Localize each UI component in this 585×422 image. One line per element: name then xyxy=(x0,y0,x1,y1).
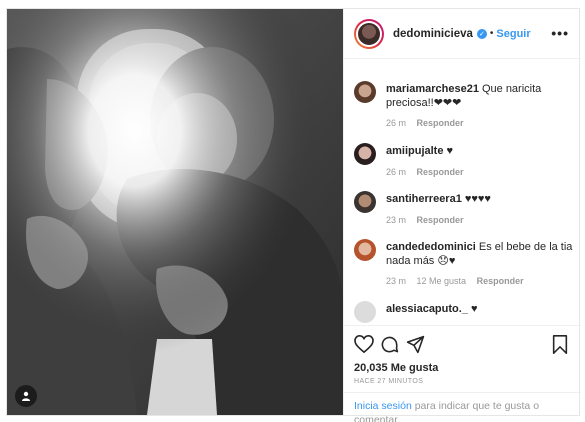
comment-meta: 23 m 12 Me gusta Responder xyxy=(386,276,532,286)
commenter-avatar[interactable] xyxy=(354,239,376,261)
reply-button[interactable]: Responder xyxy=(477,276,524,286)
comment-text: santiherreera1 ♥♥♥♥ xyxy=(386,192,576,206)
comment-meta: 26 m Responder xyxy=(386,167,472,177)
comment-text: mariamarchese21 Que naricita preciosa!!❤❤… xyxy=(386,82,576,110)
reply-button[interactable]: Responder xyxy=(417,167,464,177)
comment-time: 26 m xyxy=(386,167,407,177)
bookmark-icon[interactable] xyxy=(552,335,568,359)
heart-icon[interactable] xyxy=(354,334,374,358)
comment-username[interactable]: santiherreera1 xyxy=(386,193,462,205)
comment-time: 23 m xyxy=(386,276,407,286)
login-link[interactable]: Inicia sesión xyxy=(354,400,412,412)
commenter-avatar[interactable] xyxy=(354,191,376,213)
commenter-avatar[interactable] xyxy=(354,143,376,165)
comments-list: mariamarchese21 Que naricita preciosa!!❤❤… xyxy=(344,59,581,325)
commenter-avatar[interactable] xyxy=(354,301,376,323)
author-username[interactable]: dedominicieva xyxy=(393,28,473,40)
reply-button[interactable]: Responder xyxy=(417,118,464,128)
user-tag-button[interactable] xyxy=(15,385,37,407)
comment-username[interactable]: candededominici xyxy=(386,241,476,253)
comment-content: ♥ xyxy=(470,303,478,315)
author-avatar[interactable] xyxy=(354,18,384,49)
post-header: dedominicieva ✓ • Seguir ••• xyxy=(344,9,581,59)
comment-username[interactable]: alessiacaputo._ xyxy=(386,303,468,315)
post-photo[interactable] xyxy=(7,9,343,415)
like-count[interactable]: 20,035 Me gusta xyxy=(354,362,438,374)
comment-username[interactable]: amiipujalte xyxy=(386,145,443,157)
commenter-avatar[interactable] xyxy=(354,81,376,103)
reply-button[interactable]: Responder xyxy=(417,215,464,225)
comment-content: ♥♥♥♥ xyxy=(464,193,491,205)
header-separator: • xyxy=(489,28,494,39)
post-timestamp: HACE 27 MINUTOS xyxy=(354,378,424,385)
comment-text: alessiacaputo._ ♥ xyxy=(386,302,576,316)
paper-plane-icon[interactable] xyxy=(406,335,425,359)
comment-content: ♥ xyxy=(446,145,453,157)
more-options-icon[interactable]: ••• xyxy=(551,25,569,41)
comment-time: 23 m xyxy=(386,215,407,225)
comment-bubble-icon[interactable] xyxy=(380,335,399,359)
login-prompt: Inicia sesión para indicar que te gusta … xyxy=(344,392,581,422)
comment-time: 26 m xyxy=(386,118,407,128)
comment-text: amiipujalte ♥ xyxy=(386,144,576,158)
follow-button[interactable]: Seguir xyxy=(496,28,530,40)
photo-image xyxy=(7,9,343,415)
post-actions: 20,035 Me gusta HACE 27 MINUTOS Inicia s… xyxy=(344,325,581,422)
instagram-post-embed: dedominicieva ✓ • Seguir ••• mariamarche… xyxy=(6,8,581,422)
verified-badge-icon: ✓ xyxy=(476,28,487,39)
comment-meta: 23 m Responder xyxy=(386,215,472,225)
post-sidebar: dedominicieva ✓ • Seguir ••• mariamarche… xyxy=(343,9,581,422)
comment-username[interactable]: mariamarchese21 xyxy=(386,83,479,95)
comment-text: candededominici Es el bebe de la tia nada… xyxy=(386,240,576,268)
comment-meta: 26 m Responder xyxy=(386,118,472,128)
user-tag-icon xyxy=(22,391,30,401)
comment-likes[interactable]: 12 Me gusta xyxy=(417,276,467,286)
